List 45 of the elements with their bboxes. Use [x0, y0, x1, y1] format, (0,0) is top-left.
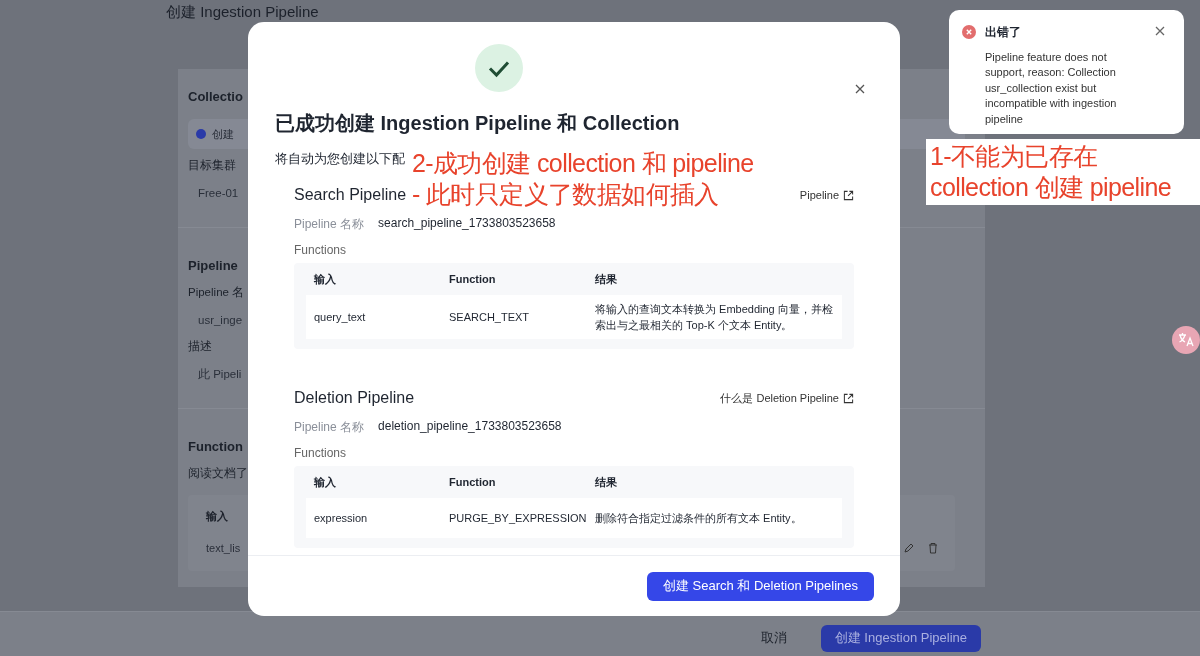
- field-value: usr_inge: [198, 313, 243, 328]
- column-header: 输入: [314, 474, 337, 490]
- section-title: Search Pipeline: [294, 186, 407, 204]
- table-cell-text: expression: [314, 511, 369, 526]
- field-label: Functions: [294, 446, 347, 460]
- field-value: search_pipeline_1733803523658: [378, 216, 556, 232]
- field-value: deletion_pipeline_1733803523658: [378, 419, 562, 435]
- column-header: 输入: [206, 508, 228, 524]
- section-heading: Collectio: [188, 88, 243, 106]
- table-cell: text_lis: [206, 542, 241, 554]
- column-header: Function: [449, 476, 497, 488]
- modal-subtitle: 将自动为您创建以下配: [275, 150, 405, 168]
- column-header: 输入: [314, 271, 337, 287]
- section-heading: Function: [188, 438, 243, 456]
- page-title: 创建 Ingestion Pipeline: [165, 2, 320, 21]
- docs-link[interactable]: Pipeline: [799, 189, 854, 201]
- field-label: Pipeline 名称: [294, 419, 365, 436]
- field-label: Functions: [294, 243, 347, 257]
- table-cell-text: PURGE_BY_EXPRESSION: [449, 511, 588, 526]
- field-label: 描述: [188, 339, 212, 354]
- table-cell-text: 将输入的查询文本转换为 Embedding 向量，并检索出与之最相关的 Top-K 个文本 Entity。: [595, 302, 834, 333]
- cancel-button[interactable]: 取消: [750, 623, 797, 653]
- field-label: 阅读文档了: [188, 466, 248, 481]
- table-cell-text: 删除符合指定过滤条件的所有文本 Entity。: [595, 511, 803, 526]
- table-cell-text: SEARCH_TEXT: [449, 310, 531, 325]
- field-value: 此 Pipeli: [198, 367, 242, 382]
- field-label: Pipeline 名称: [294, 216, 365, 233]
- section-heading: Pipeline: [188, 257, 238, 275]
- field-value: Free-01: [198, 186, 239, 201]
- create-pipelines-button[interactable]: 创建 Search 和 Deletion Pipelines: [646, 571, 874, 601]
- annotation-text: 2-成功创建 collection 和 pipeline - 此时只定义了数据如何插入: [412, 148, 755, 210]
- toast-title: 出错了: [985, 25, 1021, 41]
- docs-link[interactable]: 什么是 Deletion Pipeline: [720, 390, 854, 406]
- column-header: Function: [449, 273, 497, 285]
- column-header: 结果: [595, 474, 618, 490]
- field-label: Pipeline 名: [188, 285, 245, 300]
- table-cell-text: query_text: [314, 310, 367, 325]
- toast-message: Pipeline feature does not support, reason: Collection usr_collection exist but incompatible with ingestion pipeline: [985, 49, 1118, 127]
- modal-title: 已成功创建 Ingestion Pipeline 和 Collection: [275, 111, 680, 136]
- annotation-text: 1-不能为已存在 collection 创建 pipeline: [930, 141, 1173, 203]
- notice-text: 创建: [212, 126, 234, 142]
- field-label: 目标集群: [188, 158, 236, 173]
- create-pipeline-button[interactable]: 创建 Ingestion Pipeline: [820, 624, 981, 652]
- column-header: 结果: [595, 271, 618, 287]
- section-title: Deletion Pipeline: [294, 389, 415, 407]
